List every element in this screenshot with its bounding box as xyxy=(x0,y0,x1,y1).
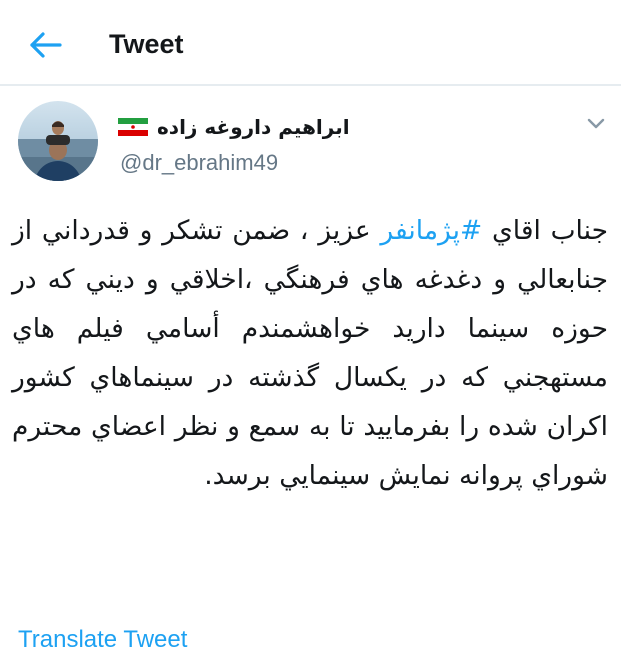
page-title: Tweet xyxy=(109,29,184,59)
tweet-text-start: جناب اقاي xyxy=(482,215,608,246)
tweet-text-rest: عزيز ، ضمن تشكر و قدرداني از جنابعالي و … xyxy=(12,215,608,491)
translate-tweet-link[interactable]: Translate Tweet xyxy=(18,623,187,657)
author-avatar[interactable] xyxy=(18,101,98,181)
chevron-down-icon xyxy=(587,118,605,129)
author-name-row[interactable]: ابراهیم داروغه زاده xyxy=(118,110,350,144)
back-button[interactable] xyxy=(26,27,66,63)
author-handle[interactable]: @dr_ebrahim49 xyxy=(120,148,278,178)
hashtag-link[interactable]: #پژمانفر xyxy=(380,215,482,246)
tweet-text: جناب اقاي #پژمانفر عزيز ، ضمن تشكر و قدر… xyxy=(12,206,608,500)
arrow-left-icon xyxy=(30,32,62,58)
iran-flag-icon xyxy=(118,118,148,136)
more-options-button[interactable] xyxy=(585,116,607,132)
author-display-name: ابراهیم داروغه زاده xyxy=(157,115,350,139)
top-app-bar: Tweet xyxy=(0,0,621,86)
